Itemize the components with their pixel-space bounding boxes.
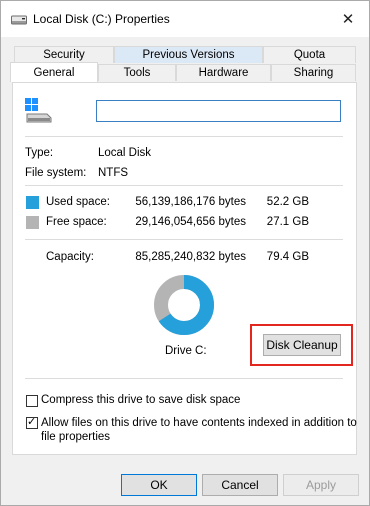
title-bar: Local Disk (C:) Properties ✕: [1, 1, 369, 37]
capacity-bytes: 85,285,240,832 bytes: [135, 251, 246, 263]
free-space-swatch: [26, 216, 39, 229]
divider: [25, 239, 343, 240]
type-value: Local Disk: [98, 147, 152, 159]
window-title: Local Disk (C:) Properties: [33, 12, 170, 26]
free-space-size: 27.1 GB: [266, 216, 309, 228]
used-space-label: Used space:: [46, 196, 110, 208]
index-label-line2: file properties: [41, 431, 111, 443]
index-label-line1: Allow files on this drive to have conten…: [41, 417, 357, 429]
capacity-label: Capacity:: [46, 251, 94, 263]
disk-usage-donut: [154, 275, 214, 335]
free-space-label: Free space:: [46, 216, 107, 228]
compress-label: Compress this drive to save disk space: [41, 394, 241, 406]
apply-button[interactable]: Apply: [283, 474, 359, 496]
used-space-swatch: [26, 196, 39, 209]
tab-tools[interactable]: Tools: [98, 64, 176, 81]
divider: [25, 185, 343, 186]
divider: [25, 378, 343, 379]
close-icon[interactable]: ✕: [335, 9, 361, 31]
tab-security[interactable]: Security: [14, 46, 114, 63]
type-label: Type:: [25, 147, 54, 159]
checkmark-icon: ✓: [27, 416, 37, 428]
divider: [25, 136, 343, 137]
compress-checkbox[interactable]: [26, 395, 38, 407]
drive-name-input[interactable]: [96, 100, 341, 122]
index-checkbox[interactable]: ✓: [26, 416, 38, 429]
drive-label: Drive C:: [165, 345, 207, 357]
hard-drive-icon: [11, 15, 27, 25]
tab-quota[interactable]: Quota: [263, 46, 356, 63]
disk-cleanup-button[interactable]: Disk Cleanup: [263, 334, 341, 356]
free-space-bytes: 29,146,054,656 bytes: [135, 216, 246, 228]
ok-button[interactable]: OK: [121, 474, 197, 496]
capacity-size: 79.4 GB: [266, 251, 309, 263]
tab-sharing[interactable]: Sharing: [271, 64, 356, 81]
hard-drive-icon: [25, 98, 52, 123]
used-space-bytes: 56,139,186,176 bytes: [135, 196, 246, 208]
filesystem-label: File system:: [25, 167, 87, 179]
tab-general[interactable]: General: [10, 62, 98, 82]
tab-hardware[interactable]: Hardware: [176, 64, 271, 81]
used-space-size: 52.2 GB: [266, 196, 309, 208]
properties-window: Local Disk (C:) Properties ✕ Security Pr…: [0, 0, 370, 506]
tab-previous-versions[interactable]: Previous Versions: [114, 46, 263, 63]
cancel-button[interactable]: Cancel: [202, 474, 278, 496]
filesystem-value: NTFS: [98, 167, 129, 179]
